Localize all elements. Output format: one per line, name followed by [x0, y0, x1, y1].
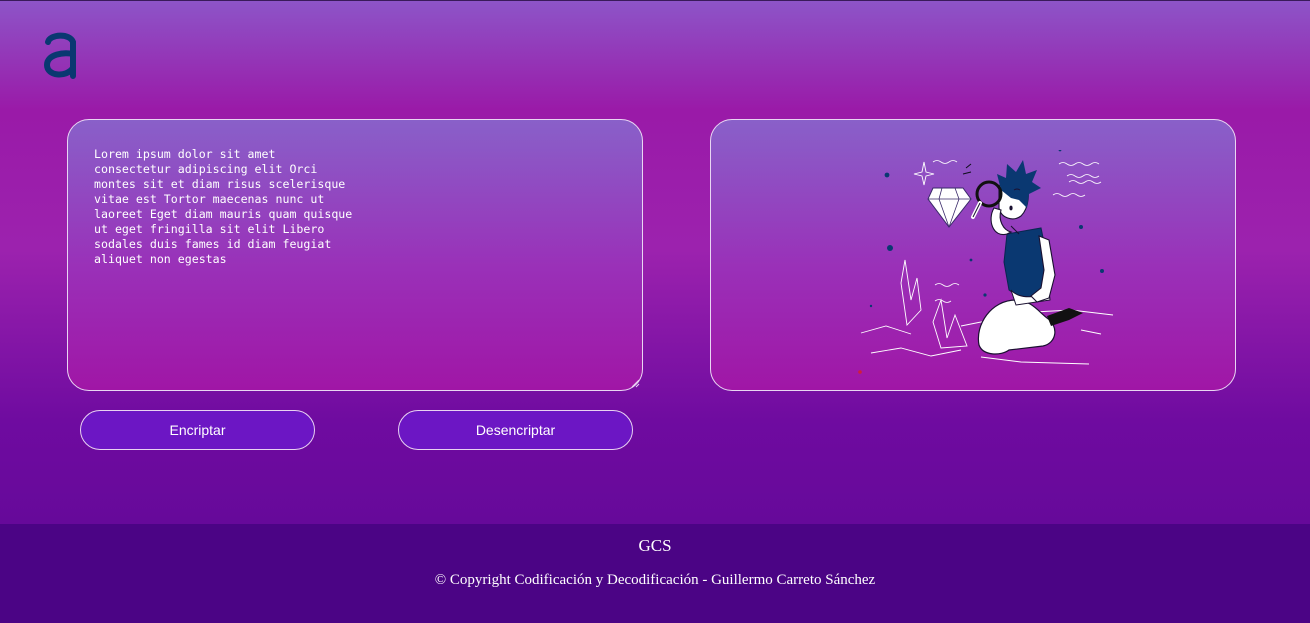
resize-grip-icon[interactable]	[630, 378, 640, 388]
footer: GCS © Copyright Codificación y Decodific…	[0, 524, 1310, 623]
encrypt-button[interactable]: Encriptar	[80, 410, 315, 450]
message-textarea[interactable]: Lorem ipsum dolor sit amet consectetur a…	[94, 147, 356, 267]
alura-logo-icon[interactable]	[40, 28, 80, 80]
footer-title: GCS	[638, 536, 672, 555]
footer-copyright: © Copyright Codificación y Decodificació…	[434, 572, 876, 588]
top-border	[0, 0, 1310, 1]
person-searching-diamond-illustration	[858, 150, 1114, 374]
text-input-panel[interactable]: Lorem ipsum dolor sit amet consectetur a…	[67, 119, 643, 391]
decrypt-button[interactable]: Desencriptar	[398, 410, 633, 450]
output-panel	[710, 119, 1236, 391]
